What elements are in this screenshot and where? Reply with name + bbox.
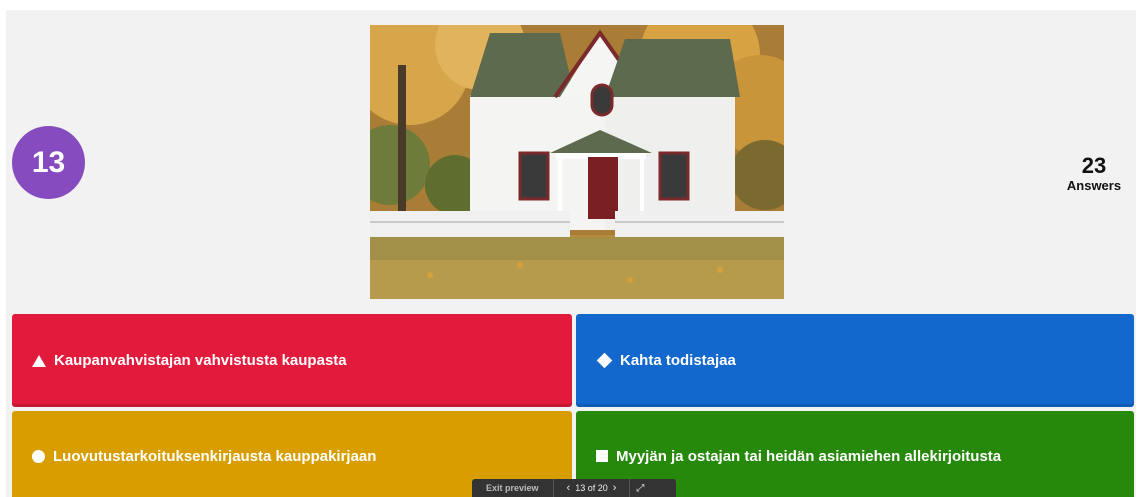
slide-counter: 13 of 20	[575, 483, 608, 493]
chevron-left-icon[interactable]: ‹	[562, 482, 576, 494]
question-image	[370, 25, 784, 299]
answer-label: Kaupanvahvistajan vahvistusta kaupasta	[54, 352, 347, 369]
answers-count: 23	[1081, 153, 1107, 178]
answers-counter: 23 Answers	[1054, 154, 1134, 194]
fullscreen-icon[interactable]: ⤢	[630, 483, 650, 494]
answer-label: Kahta todistajaa	[620, 352, 736, 369]
preview-toolbar: Exit preview ‹ 13 of 20 › ⤢	[472, 479, 676, 497]
right-edge	[1136, 0, 1142, 497]
exit-preview-button[interactable]: Exit preview	[472, 483, 553, 493]
answer-label: Myyjän ja ostajan tai heidän asiamiehen …	[616, 447, 1002, 465]
house-photo	[370, 25, 784, 299]
slide-navigator: ‹ 13 of 20 ›	[554, 482, 630, 494]
diamond-icon	[596, 352, 613, 369]
answers-label: Answers	[1066, 178, 1122, 193]
top-edge	[0, 0, 1142, 10]
question-number-badge: 13	[12, 126, 85, 199]
question-number: 13	[31, 145, 66, 179]
answer-tile-red[interactable]: Kaupanvahvistajan vahvistusta kaupasta	[12, 314, 572, 407]
square-icon	[596, 450, 608, 462]
triangle-icon	[32, 354, 46, 367]
left-edge	[0, 0, 6, 497]
chevron-right-icon[interactable]: ›	[608, 482, 622, 494]
quiz-preview-screen: 13 23 Answers Kaupanvahvistajan vahvistu…	[0, 0, 1142, 497]
answer-tile-blue[interactable]: Kahta todistajaa	[576, 314, 1134, 407]
circle-icon	[32, 449, 45, 463]
answer-label: Luovutustarkoituksenkirjausta kauppakirj…	[53, 447, 377, 465]
